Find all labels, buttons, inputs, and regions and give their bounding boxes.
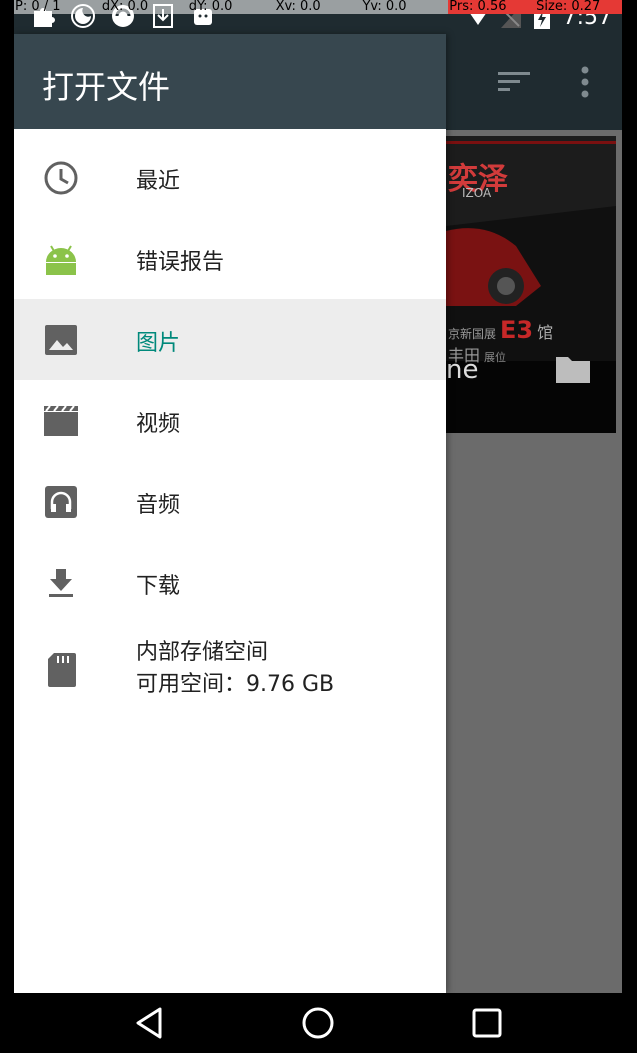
android-icon (46, 245, 76, 275)
more-options-icon[interactable] (580, 66, 590, 98)
pointer-debug-overlay: P: 0 / 1 dX: 0.0 dY: 0.0 Xv: 0.0 Yv: 0.0… (14, 0, 622, 14)
thumbnail-caption: 京新国展 E3 馆 (448, 316, 553, 344)
nav-label-images: 图片 (136, 331, 181, 356)
thumbnail-caption-booth: 展位 (484, 351, 507, 364)
nav-item-downloads[interactable]: 下载 (14, 542, 446, 623)
debug-size: Size: 0.27 (535, 0, 622, 14)
nav-item-recent[interactable]: 最近 (14, 137, 446, 218)
recents-icon[interactable] (469, 1005, 505, 1041)
system-navigation-bar (0, 993, 637, 1053)
debug-dx: dX: 0.0 (101, 0, 149, 14)
thumbnail-title: ne (446, 355, 479, 385)
storage-name: 内部存储空间 (136, 640, 269, 665)
navigation-drawer: 打开文件 最近 错误报告 图片 视频 音频 下载 内部存储空间 可用空间：9.7… (14, 34, 446, 993)
nav-label-bug-report: 错误报告 (136, 250, 225, 275)
thumbnail-subtitle: IZOA (462, 186, 492, 200)
debug-dy: dY: 0.0 (188, 0, 233, 14)
folder-icon (556, 357, 590, 383)
clock-icon (44, 161, 78, 195)
drawer-title: 打开文件 (42, 68, 171, 106)
storage-text: 内部存储空间 可用空间：9.76 GB (136, 637, 334, 701)
nav-label-video: 视频 (136, 412, 181, 437)
debug-pointer: P: 0 / 1 (15, 0, 61, 14)
headphones-icon (45, 486, 77, 518)
back-icon[interactable] (132, 1005, 168, 1041)
nav-label-audio: 音频 (136, 493, 181, 518)
nav-item-bug-report[interactable]: 错误报告 (14, 218, 446, 299)
nav-item-internal-storage[interactable]: 内部存储空间 可用空间：9.76 GB (14, 623, 446, 717)
sd-card-icon (48, 653, 76, 687)
image-icon (45, 325, 77, 355)
home-icon[interactable] (300, 1005, 336, 1041)
storage-free-space: 可用空间：9.76 GB (136, 672, 335, 697)
nav-item-video[interactable]: 视频 (14, 380, 446, 461)
screen: 奕泽 IZOA 京新国展 E3 馆 丰田 展位 ne 7:57 打开文件 最近 … (14, 0, 622, 993)
thumbnail-caption-venue: 京新国展 (448, 327, 497, 341)
nav-item-images[interactable]: 图片 (14, 299, 446, 380)
thumbnail-caption-e3: E3 (500, 316, 534, 344)
video-icon (44, 405, 78, 436)
download-icon (49, 569, 73, 597)
thumbnail-caption-hall: 馆 (537, 323, 554, 342)
nav-label-recent: 最近 (136, 169, 181, 194)
debug-pressure: Prs: 0.56 (448, 0, 536, 14)
nav-label-downloads: 下载 (136, 574, 181, 599)
sort-icon[interactable] (498, 70, 530, 94)
image-thumbnail[interactable]: 奕泽 IZOA 京新国展 E3 馆 丰田 展位 (446, 136, 616, 433)
debug-yv: Yv: 0.0 (362, 0, 407, 14)
drawer-header: 打开文件 (14, 34, 446, 129)
nav-item-audio[interactable]: 音频 (14, 461, 446, 542)
debug-xv: Xv: 0.0 (275, 0, 321, 14)
